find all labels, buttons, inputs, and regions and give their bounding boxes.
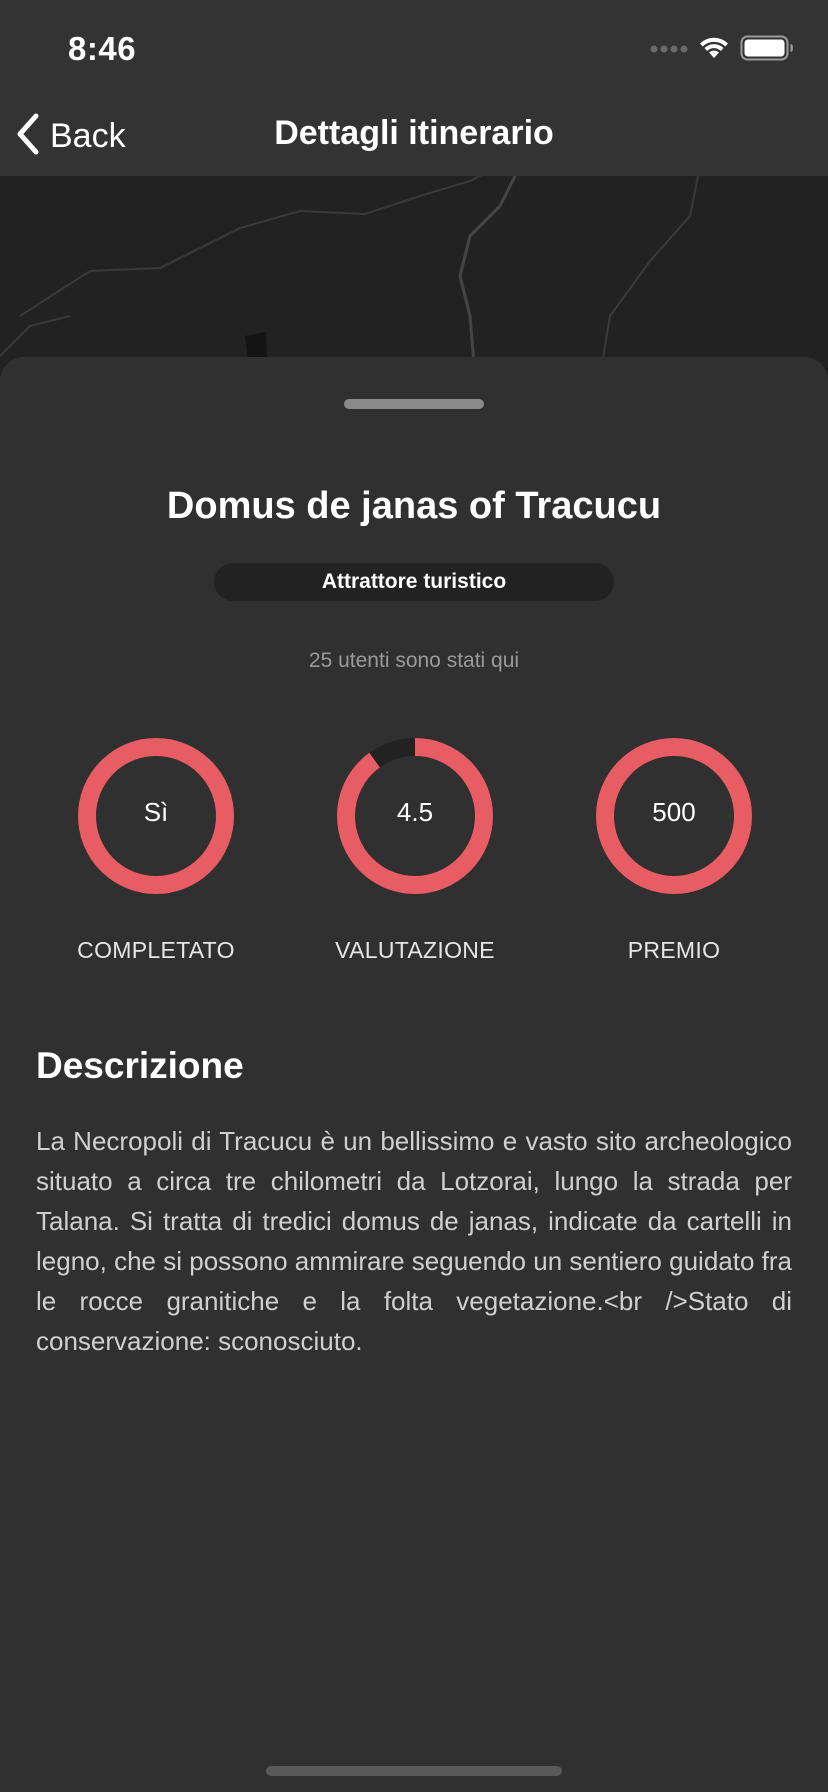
stat-value: 4.5	[396, 797, 434, 827]
visitors-count: 25 utenti sono stati qui	[308, 649, 520, 672]
status-bar: 8:46	[0, 0, 828, 96]
place-title: Domus de janas of Tracucu	[166, 485, 662, 527]
stat-rating: 4.5 VALUTAZIONE	[315, 737, 515, 997]
screen: 8:46 Back Dettagli itinerario Domus de j…	[0, 0, 828, 1792]
description-text: La Necropoli di Tracucu è un bellissimo …	[36, 1126, 792, 1356]
stat-completed: Sì COMPLETATO	[56, 737, 256, 997]
wifi-icon	[698, 36, 730, 65]
battery-icon	[740, 35, 794, 66]
description-title: Descrizione	[36, 1045, 244, 1086]
stat-label: COMPLETATO	[77, 937, 235, 963]
signal-icon	[650, 41, 688, 59]
stat-label: VALUTAZIONE	[335, 937, 495, 963]
home-indicator[interactable]	[266, 1766, 562, 1776]
stat-value: Sì	[143, 797, 169, 827]
map-view[interactable]	[0, 165, 828, 377]
category-badge: Attrattore turistico	[214, 563, 614, 601]
page-title: Dettagli itinerario	[274, 114, 554, 152]
stat-label: PREMIO	[627, 937, 721, 963]
stat-reward: 500 PREMIO	[574, 737, 774, 997]
stat-value: 500	[652, 797, 696, 827]
navigation-bar: Back Dettagli itinerario	[0, 96, 828, 176]
status-icons	[650, 35, 794, 66]
details-sheet: Domus de janas of Tracucu Attrattore tur…	[0, 357, 828, 1792]
sheet-drag-handle[interactable]	[344, 399, 484, 409]
status-time: 8:46	[68, 30, 137, 67]
